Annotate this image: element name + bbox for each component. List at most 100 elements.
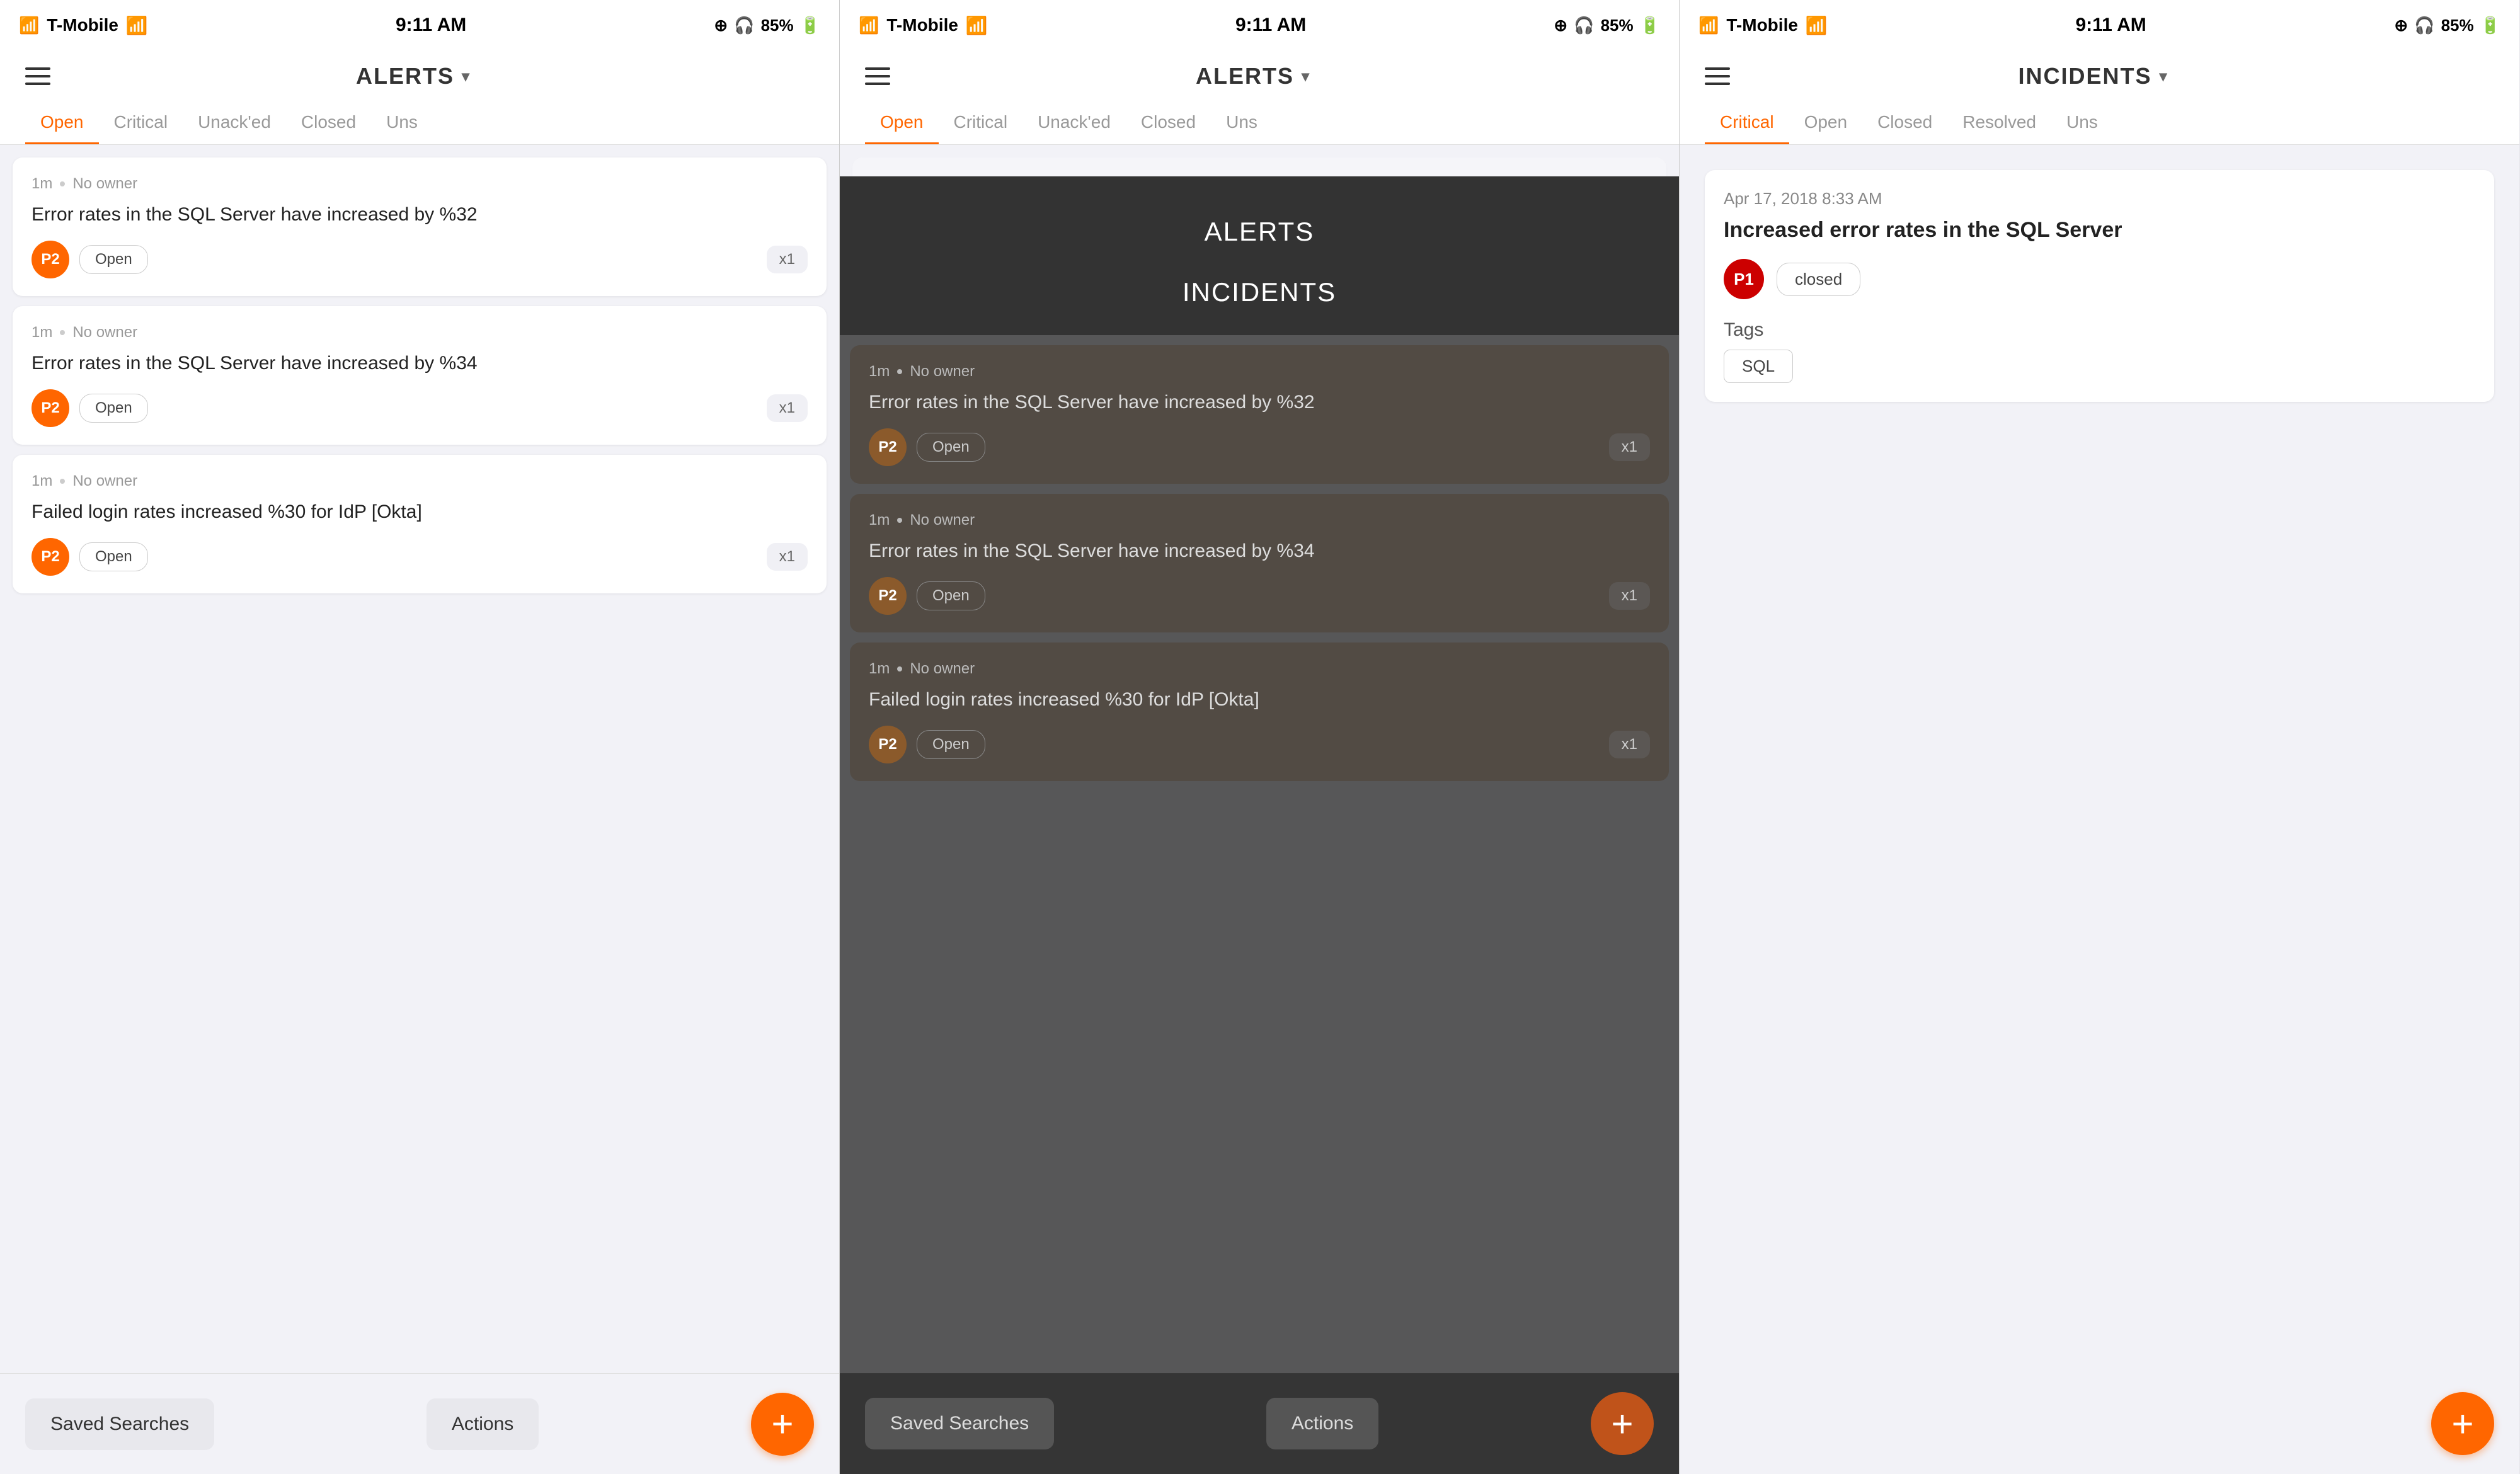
overlay-status-2-2: Open — [917, 581, 985, 610]
count-badge-1-3: x1 — [767, 543, 808, 571]
screen3: 📶 T-Mobile 📶 9:11 AM ⊕ 🎧 85% 🔋 INCIDENTS… — [1680, 0, 2519, 1474]
tab-open-3[interactable]: Open — [1789, 102, 1863, 144]
hamburger-line-2b — [865, 75, 890, 77]
status-bar-left-3: 📶 T-Mobile 📶 — [1698, 15, 1828, 36]
app-title-2[interactable]: ALERTS ▾ — [1196, 63, 1310, 89]
priority-badge-1-2: P2 — [32, 389, 69, 427]
tab-closed-1[interactable]: Closed — [286, 102, 371, 144]
fab-button-3[interactable]: + — [2431, 1392, 2494, 1455]
incident-date-3: Apr 17, 2018 8:33 AM — [1724, 189, 2475, 209]
actions-button-2[interactable]: Actions — [1266, 1398, 1378, 1449]
chevron-down-icon-1: ▾ — [462, 67, 471, 86]
headphone-icon-2: 🎧 — [1574, 16, 1594, 35]
overlay-badges-2-2: P2 Open — [869, 577, 985, 615]
alert-badges-1-2: P2 Open — [32, 389, 148, 427]
location-icon-2: ⊕ — [1554, 16, 1567, 35]
tab-unacked-1[interactable]: Unack'ed — [183, 102, 286, 144]
alert-footer-1-3: P2 Open x1 — [32, 538, 808, 576]
dot-1-1 — [60, 181, 65, 186]
tab-critical-3[interactable]: Critical — [1705, 102, 1789, 144]
overlay-menu-incidents-2[interactable]: INCIDENTS — [1183, 262, 1336, 323]
overlay-2[interactable]: ALERTS INCIDENTS 1m No owner Error rates… — [840, 176, 1679, 1474]
alert-card-1-2[interactable]: 1m No owner Error rates in the SQL Serve… — [13, 306, 827, 445]
tab-bar-1: Open Critical Unack'ed Closed Uns — [25, 102, 814, 144]
overlay-card-2-1[interactable]: 1m No owner Error rates in the SQL Serve… — [850, 345, 1669, 484]
app-title-3[interactable]: INCIDENTS ▾ — [2018, 63, 2168, 89]
hamburger-line-3c — [1705, 83, 1730, 85]
carrier-3: T-Mobile — [1726, 15, 1798, 35]
hamburger-menu-2[interactable] — [865, 67, 890, 85]
overlay-card-2-2[interactable]: 1m No owner Error rates in the SQL Serve… — [850, 494, 1669, 632]
tab-critical-1[interactable]: Critical — [99, 102, 183, 144]
alert-card-1-1[interactable]: 1m No owner Error rates in the SQL Serve… — [13, 157, 827, 296]
status-bar-right-2: ⊕ 🎧 85% 🔋 — [1554, 16, 1660, 35]
tab-unacked-2[interactable]: Unack'ed — [1022, 102, 1126, 144]
overlay-badges-2-1: P2 Open — [869, 428, 985, 466]
overlay-title-2-2: Error rates in the SQL Server have incre… — [869, 538, 1650, 564]
carrier-1: T-Mobile — [47, 15, 118, 35]
overlay-menu-alerts-2[interactable]: ALERTS — [1205, 202, 1315, 262]
tab-open-2[interactable]: Open — [865, 102, 939, 144]
alert-title-1-2: Error rates in the SQL Server have incre… — [32, 350, 808, 377]
status-badge-1-3: Open — [79, 542, 148, 571]
overlay-title-2-1: Error rates in the SQL Server have incre… — [869, 389, 1650, 416]
status-badge-1-2: Open — [79, 394, 148, 423]
alert-card-1-3[interactable]: 1m No owner Failed login rates increased… — [13, 455, 827, 593]
overlay-title-2-3: Failed login rates increased %30 for IdP… — [869, 687, 1650, 713]
signal-icon-3: 📶 — [1698, 16, 1719, 35]
status-bar-right-1: ⊕ 🎧 85% 🔋 — [714, 16, 820, 35]
overlay-card-2-3[interactable]: 1m No owner Failed login rates increased… — [850, 643, 1669, 781]
overlay-dot-2-3 — [897, 666, 902, 671]
overlay-alert-list-2: 1m No owner Error rates in the SQL Serve… — [840, 335, 1679, 1373]
fab-button-2[interactable]: + — [1591, 1392, 1654, 1455]
hamburger-menu-3[interactable] — [1705, 67, 1730, 85]
tab-uns-1[interactable]: Uns — [371, 102, 433, 144]
tab-open-1[interactable]: Open — [25, 102, 99, 144]
screen2: 📶 T-Mobile 📶 9:11 AM ⊕ 🎧 85% 🔋 ALERTS ▾ — [840, 0, 1680, 1474]
tab-closed-3[interactable]: Closed — [1862, 102, 1947, 144]
hamburger-line-3b — [1705, 75, 1730, 77]
overlay-menu-2: ALERTS INCIDENTS — [840, 176, 1679, 335]
tab-bar-3: Critical Open Closed Resolved Uns — [1705, 102, 2494, 144]
priority-badge-1-1: P2 — [32, 241, 69, 278]
incident-title-3: Increased error rates in the SQL Server — [1724, 216, 2475, 244]
overlay-priority-2-2: P2 — [869, 577, 907, 615]
tab-closed-2[interactable]: Closed — [1126, 102, 1211, 144]
overlay-time-2-1: 1m — [869, 363, 890, 380]
fab-plus-icon-3: + — [2451, 1402, 2473, 1446]
app-title-label-2: ALERTS — [1196, 63, 1294, 89]
hamburger-line-3 — [25, 83, 50, 85]
hamburger-menu-1[interactable] — [25, 67, 50, 85]
overlay-bottom-2: Saved Searches Actions + — [840, 1373, 1679, 1474]
alert-badges-1-1: P2 Open — [32, 241, 148, 278]
overlay-status-2-3: Open — [917, 730, 985, 759]
tab-uns-2[interactable]: Uns — [1211, 102, 1273, 144]
signal-icon-1: 📶 — [19, 16, 39, 35]
time-2: 9:11 AM — [1235, 14, 1306, 36]
overlay-footer-2-1: P2 Open x1 — [869, 428, 1650, 466]
alert-title-1-3: Failed login rates increased %30 for IdP… — [32, 499, 808, 525]
overlay-time-2-3: 1m — [869, 660, 890, 678]
tab-resolved-3[interactable]: Resolved — [1947, 102, 2051, 144]
tab-uns-3[interactable]: Uns — [2051, 102, 2113, 144]
signal-icon-2: 📶 — [859, 16, 879, 35]
tab-critical-2[interactable]: Critical — [939, 102, 1023, 144]
overlay-dot-2-1 — [897, 369, 902, 374]
saved-searches-button-2[interactable]: Saved Searches — [865, 1398, 1054, 1449]
header-1: ALERTS ▾ Open Critical Unack'ed Closed U… — [0, 50, 839, 145]
status-bar-left-2: 📶 T-Mobile 📶 — [859, 15, 988, 36]
incident-detail-3[interactable]: Apr 17, 2018 8:33 AM Increased error rat… — [1705, 170, 2494, 402]
alert-time-1-2: 1m — [32, 324, 52, 341]
priority-badge-1-3: P2 — [32, 538, 69, 576]
alert-footer-1-2: P2 Open x1 — [32, 389, 808, 427]
app-title-label-1: ALERTS — [356, 63, 454, 89]
status-bar-3: 📶 T-Mobile 📶 9:11 AM ⊕ 🎧 85% 🔋 — [1680, 0, 2519, 50]
actions-button-1[interactable]: Actions — [427, 1398, 539, 1450]
bottom-bar-1: Saved Searches Actions + — [0, 1373, 839, 1474]
status-bar-right-3: ⊕ 🎧 85% 🔋 — [2394, 16, 2500, 35]
app-title-1[interactable]: ALERTS ▾ — [356, 63, 471, 89]
hamburger-line-2c — [865, 83, 890, 85]
screen1: 📶 T-Mobile 📶 9:11 AM ⊕ 🎧 85% 🔋 ALERTS ▾ — [0, 0, 840, 1474]
fab-button-1[interactable]: + — [751, 1393, 814, 1456]
saved-searches-button-1[interactable]: Saved Searches — [25, 1398, 214, 1450]
